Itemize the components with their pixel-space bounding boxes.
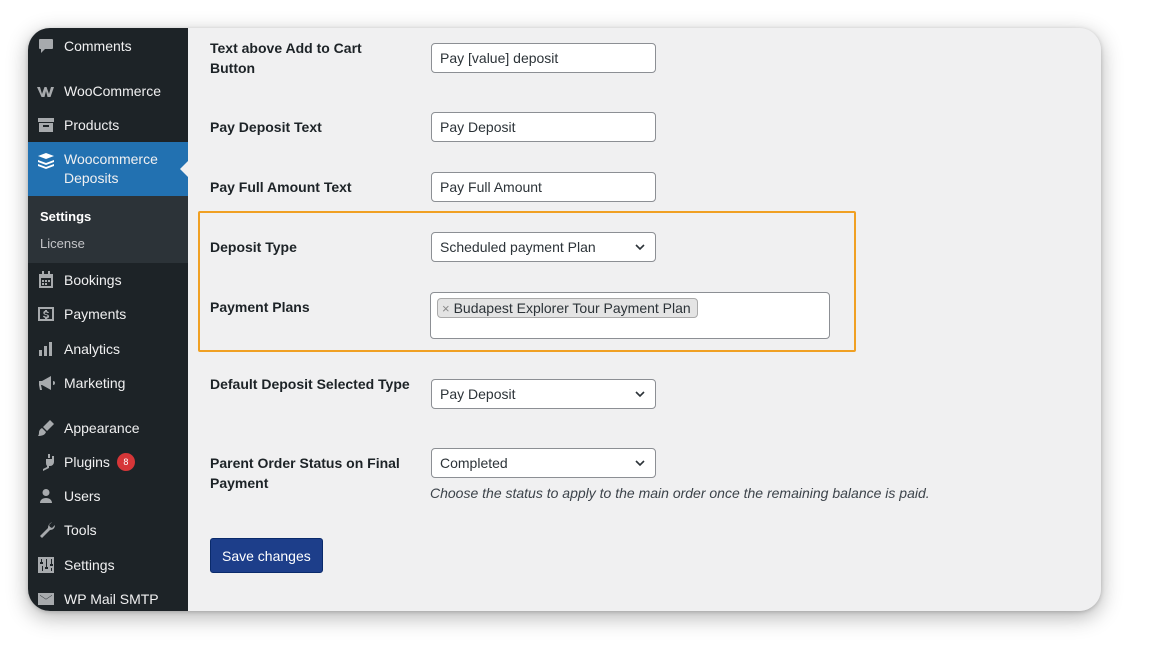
sidebar-item-label: Marketing (64, 375, 126, 391)
archive-icon (36, 115, 56, 135)
sidebar-item-analytics[interactable]: Analytics (28, 332, 188, 366)
pay-deposit-text-input[interactable]: Pay Deposit (431, 112, 656, 142)
sidebar-item-payments[interactable]: Payments (28, 297, 188, 331)
payment-plan-tag-label: Budapest Explorer Tour Payment Plan (453, 300, 691, 316)
remove-tag-icon[interactable]: × (442, 301, 450, 316)
bar-chart-icon (36, 339, 56, 359)
sidebar-item-tools[interactable]: Tools (28, 513, 188, 547)
brush-icon (36, 418, 56, 438)
sidebar-item-label: Woocommerce Deposits (64, 151, 158, 186)
sidebar-item-label: WooCommerce (64, 83, 161, 99)
deposits-submenu: Settings License (28, 196, 188, 263)
sliders-icon (36, 555, 56, 575)
app-window: Comments WooCommerce Products Woocommerc… (28, 28, 1101, 611)
chevron-down-icon (635, 244, 645, 251)
default-deposit-type-value: Pay Deposit (440, 386, 516, 402)
sidebar-item-label: Analytics (64, 341, 121, 357)
text-above-cart-label: Text above Add to Cart Button (210, 40, 362, 76)
save-changes-button[interactable]: Save changes (210, 538, 323, 573)
sidebar-item-label: WP Mail SMTP (64, 591, 159, 607)
sidebar-item-bookings[interactable]: Bookings (28, 263, 188, 297)
dollar-icon (36, 304, 56, 324)
sidebar-item-label: Payments (64, 306, 127, 322)
parent-order-status-label: Parent Order Status on Final Payment (210, 455, 400, 491)
submenu-settings[interactable]: Settings (40, 209, 91, 224)
default-deposit-type-select[interactable]: Pay Deposit (431, 379, 656, 409)
pay-deposit-text-label: Pay Deposit Text (210, 119, 322, 135)
sidebar-item-comments[interactable]: Comments (28, 29, 188, 63)
sidebar-item-label: Tools (64, 522, 97, 538)
deposits-icon (36, 150, 56, 170)
comment-icon (36, 36, 56, 56)
sidebar-item-woocommerce[interactable]: WooCommerce (28, 74, 188, 108)
calendar-icon (36, 270, 56, 290)
sidebar-item-label: Appearance (64, 420, 140, 436)
parent-order-status-description: Choose the status to apply to the main o… (430, 485, 930, 501)
sidebar-item-appearance[interactable]: Appearance (28, 411, 188, 445)
deposit-type-value: Scheduled payment Plan (440, 239, 596, 255)
user-icon (36, 486, 56, 506)
sidebar-item-products[interactable]: Products (28, 108, 188, 142)
payment-plan-tag: × Budapest Explorer Tour Payment Plan (437, 298, 698, 318)
pay-full-amount-label: Pay Full Amount Text (210, 179, 352, 195)
woo-icon (36, 81, 56, 101)
sidebar-item-label: Products (64, 117, 120, 133)
settings-form: Text above Add to Cart Button Pay [value… (188, 28, 1101, 611)
parent-order-status-select[interactable]: Completed (431, 448, 656, 478)
default-deposit-type-label: Default Deposit Selected Type (210, 376, 410, 392)
sidebar-item-label: Bookings (64, 272, 122, 288)
submenu-license[interactable]: License (40, 236, 85, 251)
payment-plans-multiselect[interactable]: × Budapest Explorer Tour Payment Plan (430, 292, 830, 339)
sidebar-item-woocommerce-deposits[interactable]: Woocommerce Deposits (28, 142, 188, 196)
sidebar-item-plugins[interactable]: Plugins 8 (28, 445, 188, 479)
text-above-cart-input[interactable]: Pay [value] deposit (431, 43, 656, 73)
deposit-type-label: Deposit Type (210, 239, 297, 255)
payment-plans-label: Payment Plans (210, 299, 310, 315)
pay-full-amount-input[interactable]: Pay Full Amount (431, 172, 656, 202)
parent-order-status-value: Completed (440, 455, 508, 471)
chevron-down-icon (635, 460, 645, 467)
deposit-type-select[interactable]: Scheduled payment Plan (431, 232, 656, 262)
megaphone-icon (36, 373, 56, 393)
admin-sidebar: Comments WooCommerce Products Woocommerc… (28, 28, 188, 611)
sidebar-item-label: Plugins (64, 454, 110, 470)
chevron-down-icon (635, 391, 645, 398)
sidebar-item-settings[interactable]: Settings (28, 548, 188, 582)
sidebar-item-wp-mail-smtp[interactable]: WP Mail SMTP (28, 582, 188, 611)
sidebar-item-label: Settings (64, 557, 115, 573)
sidebar-item-label: Comments (64, 38, 132, 54)
mail-icon (36, 589, 56, 609)
plug-icon (36, 452, 56, 472)
sidebar-item-label: Users (64, 488, 101, 504)
wrench-icon (36, 520, 56, 540)
sidebar-item-marketing[interactable]: Marketing (28, 366, 188, 400)
plugins-update-badge: 8 (116, 453, 135, 471)
sidebar-item-users[interactable]: Users (28, 479, 188, 513)
